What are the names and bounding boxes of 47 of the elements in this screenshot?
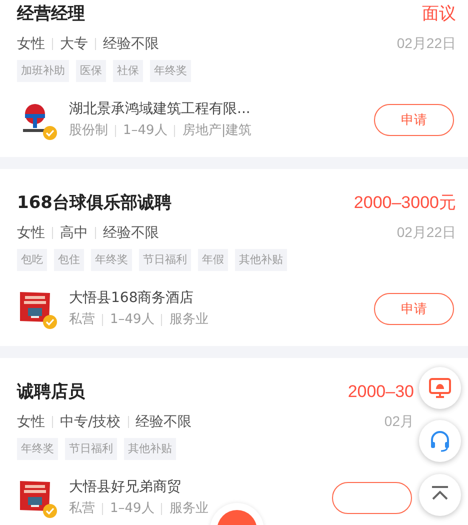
benefit-tag: 包住 (54, 249, 84, 271)
job-requirement: 经验不限 (103, 224, 159, 243)
post-date: 02月22日 (396, 35, 456, 53)
company-detail: 服务业 (169, 311, 208, 329)
benefit-tag: 包吃 (17, 249, 47, 271)
benefit-tag: 加班补助 (17, 60, 69, 82)
job-requirement: 女性 (17, 413, 45, 432)
company-detail: 私营 (69, 500, 95, 518)
benefit-tag: 节日福利 (65, 438, 117, 460)
benefit-tag: 年终奖 (17, 438, 58, 460)
company-detail: 股份制 (69, 122, 108, 140)
salary: 2000–3000元 (354, 192, 456, 214)
company-detail: 1–49人 (110, 500, 154, 518)
job-requirement: 经验不限 (136, 413, 192, 432)
job-requirement: 女性 (17, 224, 45, 243)
company-detail: 1–49人 (110, 311, 154, 329)
post-date: 02月22日 (396, 224, 456, 242)
job-requirement: 经验不限 (103, 35, 159, 54)
company-name[interactable]: 湖北景承鸿域建筑工程有限... (69, 99, 374, 119)
company-name[interactable]: 大悟县168商务酒店 (69, 288, 374, 308)
job-title: 诚聘店员 (17, 381, 85, 404)
benefit-tag: 医保 (76, 60, 106, 82)
benefit-tag: 年假 (198, 249, 228, 271)
benefit-tag: 其他补贴 (124, 438, 176, 460)
post-date: 02月 (384, 413, 414, 431)
job-card[interactable]: 168台球俱乐部诚聘 2000–3000元 女性 高中 经验不限 02月22日 包吃 包住 年终奖 节日福利 年假 其他补贴 大悟县168商务酒店 私营 1–49人 服务业 申请 (0, 169, 468, 346)
job-requirement: 女性 (17, 35, 45, 54)
benefit-tag: 年终奖 (150, 60, 191, 82)
salary: 2000–30 (348, 381, 414, 403)
salary: 面议 (422, 3, 456, 25)
job-requirement: 大专 (60, 35, 88, 54)
job-requirement: 中专/技校 (60, 413, 121, 432)
company-detail: 房地产|建筑 (182, 122, 252, 140)
job-card[interactable]: 诚聘店员 2000–30 女性 中专/技校 经验不限 02月 年终奖 节日福利 其他补贴 大悟县好兄弟商贸 私营 1–49人 服务业 (0, 358, 468, 525)
job-requirement: 高中 (60, 224, 88, 243)
benefit-tag: 其他补贴 (235, 249, 287, 271)
company-detail: 私营 (69, 311, 95, 329)
benefit-tag: 社保 (113, 60, 143, 82)
company-name[interactable]: 大悟县好兄弟商贸 (69, 477, 332, 497)
benefit-tag: 节日福利 (139, 249, 191, 271)
job-title: 经营经理 (17, 3, 85, 26)
apply-button[interactable] (332, 482, 412, 514)
job-card[interactable]: 经营经理 面议 女性 大专 经验不限 02月22日 加班补助 医保 社保 年终奖 湖北景承鸿域建筑工程有限... 股份制 1–49人 房地产|建筑 申请 (0, 0, 468, 157)
company-detail: 1–49人 (123, 122, 168, 140)
company-detail: 服务业 (169, 500, 208, 518)
benefit-tag: 年终奖 (91, 249, 132, 271)
job-title: 168台球俱乐部诚聘 (17, 192, 172, 215)
